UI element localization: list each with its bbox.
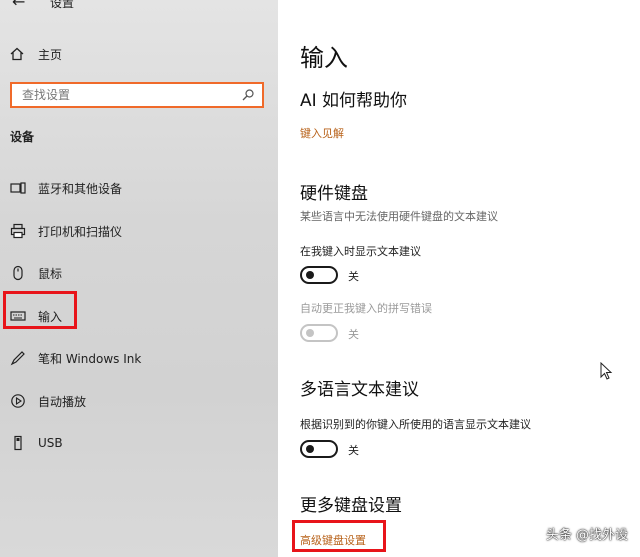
highlight-box-typing (3, 291, 77, 329)
usb-icon (10, 435, 26, 451)
sidebar-item-label: 鼠标 (38, 266, 63, 281)
multilingual-suggestions-toggle[interactable] (300, 440, 338, 458)
title-bar: ← 设置 (0, 0, 278, 16)
hardware-keyboard-description: 某些语言中无法使用硬件键盘的文本建议 (300, 210, 498, 223)
sidebar-item-printers[interactable]: 打印机和扫描仪 (10, 221, 122, 241)
sidebar-item-label: 打印机和扫描仪 (38, 224, 123, 239)
mouse-cursor-icon (600, 362, 613, 380)
window-title: 设置 (50, 0, 75, 10)
main-panel: 输入 AI 如何帮助你 键入见解 硬件键盘 某些语言中无法使用硬件键盘的文本建议… (278, 0, 640, 557)
sidebar-item-label: USB (38, 436, 63, 450)
printer-icon (10, 223, 26, 239)
sidebar-item-pen[interactable]: 笔和 Windows Ink (10, 348, 141, 368)
sidebar-item-label: 笔和 Windows Ink (38, 351, 142, 366)
sidebar-item-bluetooth[interactable]: 蓝牙和其他设备 (10, 178, 122, 198)
highlight-box-advanced (292, 520, 386, 552)
sidebar-item-label: 蓝牙和其他设备 (38, 181, 123, 196)
pen-icon (10, 350, 26, 366)
show-suggestions-state: 关 (348, 270, 359, 283)
autocorrect-toggle[interactable] (300, 324, 338, 342)
more-keyboard-settings-heading: 更多键盘设置 (300, 496, 402, 516)
show-suggestions-toggle[interactable] (300, 266, 338, 284)
back-arrow-icon[interactable]: ← (12, 0, 25, 11)
multilingual-suggestions-label: 根据识别到的你键入所使用的语言显示文本建议 (300, 418, 531, 431)
home-label: 主页 (38, 47, 63, 62)
multilingual-heading: 多语言文本建议 (300, 380, 419, 400)
page-title: 输入 (300, 44, 348, 72)
home-icon (10, 47, 24, 61)
sidebar-item-mouse[interactable]: 鼠标 (10, 263, 62, 283)
show-suggestions-label: 在我键入时显示文本建议 (300, 245, 421, 258)
bluetooth-icon (10, 180, 26, 196)
search-box[interactable] (10, 82, 264, 108)
autocorrect-label: 自动更正我键入的拼写错误 (300, 302, 432, 315)
sidebar-item-autoplay[interactable]: 自动播放 (10, 391, 86, 411)
ai-help-heading: AI 如何帮助你 (300, 91, 408, 111)
mouse-icon (10, 265, 26, 281)
watermark: 头条 @找外设 (545, 528, 628, 543)
hardware-keyboard-heading: 硬件键盘 (300, 184, 368, 204)
search-icon[interactable] (242, 89, 254, 101)
home-nav-item[interactable]: 主页 (10, 44, 62, 64)
multilingual-suggestions-state: 关 (348, 444, 359, 457)
section-header-devices: 设备 (10, 130, 35, 144)
search-input[interactable] (12, 84, 232, 106)
sidebar: ← 设置 主页 设备 蓝牙和其他设备 打印机和扫描仪 鼠标 (0, 0, 278, 557)
sidebar-item-usb[interactable]: USB (10, 433, 63, 453)
autocorrect-state: 关 (348, 328, 359, 341)
sidebar-item-label: 自动播放 (38, 394, 87, 409)
typing-insights-link[interactable]: 键入见解 (300, 125, 344, 141)
autoplay-icon (10, 393, 26, 409)
